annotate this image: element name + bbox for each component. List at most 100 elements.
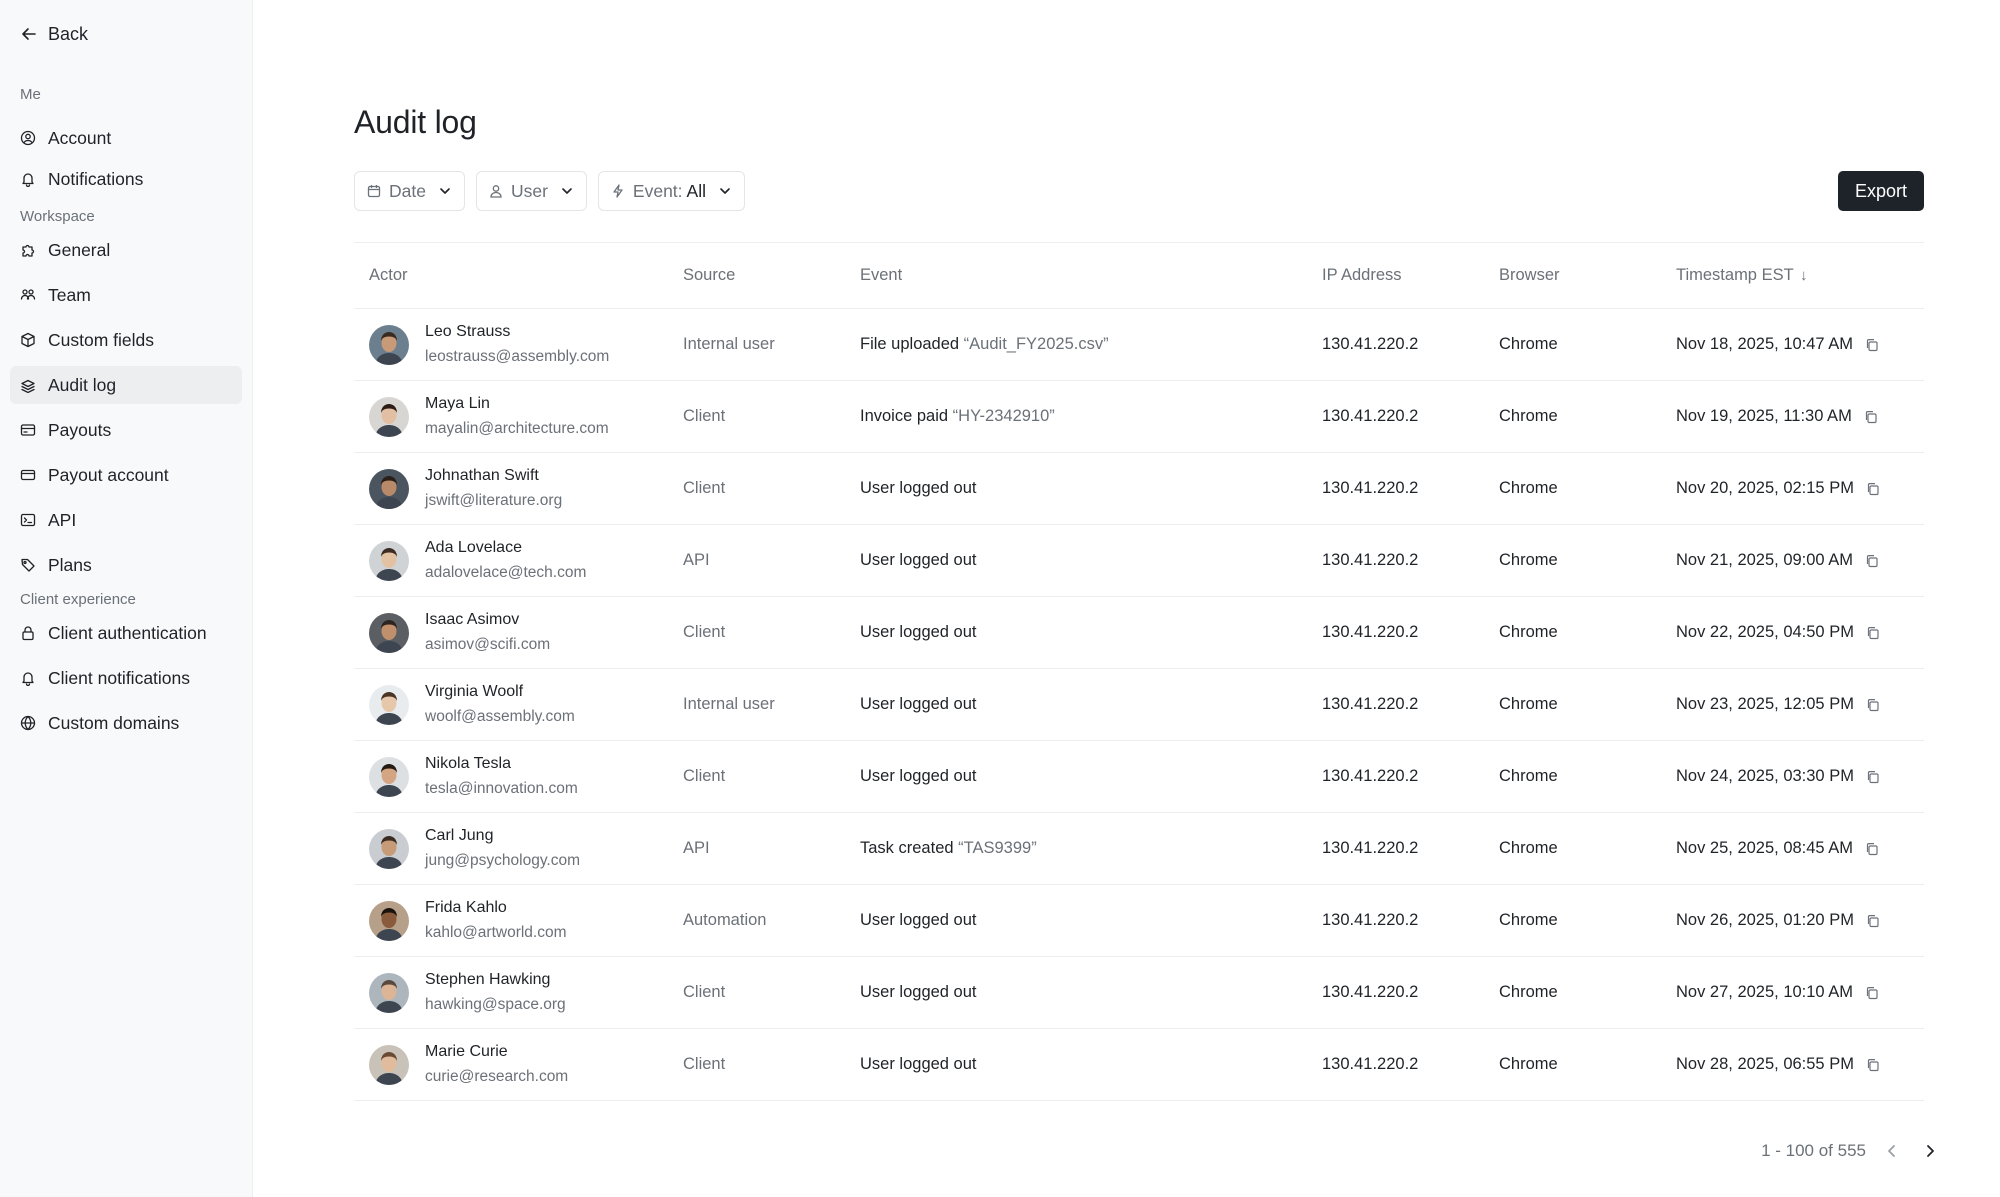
actor-info: Virginia Woolf woolf@assembly.com <box>425 681 575 728</box>
copy-icon[interactable] <box>1865 338 1879 352</box>
event-cell: User logged out <box>860 957 1322 1029</box>
timestamp-value: Nov 20, 2025, 02:15 PM <box>1676 479 1854 497</box>
table-row[interactable]: Ada Lovelace adalovelace@tech.com API User … <box>354 525 1924 597</box>
bell-icon <box>22 672 34 686</box>
sidebar-item-audit-log[interactable]: Audit log <box>10 366 242 404</box>
source-cell: Client <box>683 623 726 641</box>
copy-icon[interactable] <box>1865 842 1879 856</box>
table-row[interactable]: Nikola Tesla tesla@innovation.com Client Us… <box>354 741 1924 813</box>
sidebar-item-team[interactable]: Team <box>10 276 242 314</box>
event-cell: Task created “TAS9399” <box>860 813 1322 885</box>
sidebar-item-label: General <box>48 239 111 260</box>
avatar <box>369 468 409 509</box>
actor-email: hawking@space.org <box>425 996 566 1013</box>
timestamp-value: Nov 27, 2025, 10:10 AM <box>1676 983 1854 1001</box>
source-cell: Client <box>683 479 726 497</box>
actor-name: Carl Jung <box>425 827 494 844</box>
copy-icon[interactable] <box>1866 626 1880 640</box>
copy-icon[interactable] <box>1866 698 1880 712</box>
sidebar-item-plans[interactable]: Plans <box>10 546 242 584</box>
actor: Nikola Tesla tesla@innovation.com <box>369 753 683 800</box>
actor-info: Johnathan Swift jswift@literature.org <box>425 465 562 512</box>
column-header-timestamp[interactable]: Timestamp EST ↓ <box>1676 243 1924 309</box>
ip-address-cell: 130.41.220.2 <box>1322 335 1419 353</box>
calendar-icon <box>367 185 381 198</box>
event-detail: “TAS9399” <box>958 839 1037 857</box>
actor-info: Stephen Hawking hawking@space.org <box>425 969 566 1016</box>
next-page-button[interactable] <box>1918 1139 1942 1163</box>
timestamp-value: Nov 21, 2025, 09:00 AM <box>1676 551 1854 569</box>
table-row[interactable]: Leo Strauss leostrauss@assembly.com Intern… <box>354 309 1924 381</box>
timestamp-value: Nov 28, 2025, 06:55 PM <box>1676 1055 1854 1073</box>
actor-cell: Isaac Asimov asimov@scifi.com <box>354 597 683 669</box>
sidebar-item-payout-account[interactable]: Payout account <box>10 456 242 494</box>
sidebar-item-label: Client authentication <box>48 622 207 643</box>
sidebar-item-general[interactable]: General <box>10 231 242 269</box>
copy-icon[interactable] <box>1865 554 1879 568</box>
sidebar-item-client-authentication[interactable]: Client authentication <box>10 614 242 652</box>
sidebar-item-custom-domains[interactable]: Custom domains <box>10 704 242 742</box>
browser-cell: Chrome <box>1499 983 1558 1001</box>
event-cell: User logged out <box>860 525 1322 597</box>
sidebar-item-notifications[interactable]: Notifications <box>10 160 242 198</box>
table-row[interactable]: Virginia Woolf woolf@assembly.com Internal… <box>354 669 1924 741</box>
ip-address-cell: 130.41.220.2 <box>1322 623 1419 641</box>
sidebar-item-api[interactable]: API <box>10 501 242 539</box>
event-name: User logged out <box>860 983 977 1001</box>
timestamp-value: Nov 18, 2025, 10:47 AM <box>1676 335 1854 353</box>
ip-address-cell: 130.41.220.2 <box>1322 479 1419 497</box>
event-cell: Invoice paid “HY-2342910” <box>860 381 1322 453</box>
sidebar-item-account[interactable]: Account <box>10 119 242 157</box>
workspace-nav-list: General Team Custom fields Audit log Payouts… <box>10 231 242 584</box>
actor-cell: Johnathan Swift jswift@literature.org <box>354 453 683 525</box>
event-name: User logged out <box>860 479 977 497</box>
actor-cell: Marie Curie curie@research.com <box>354 1029 683 1101</box>
copy-icon[interactable] <box>1866 1058 1880 1072</box>
source-cell: Client <box>683 1055 726 1073</box>
table-row[interactable]: Carl Jung jung@psychology.com API Task crea… <box>354 813 1924 885</box>
copy-icon[interactable] <box>1864 410 1878 424</box>
column-header-ip-address[interactable]: IP Address <box>1322 243 1499 309</box>
export-button[interactable]: Export <box>1837 171 1924 211</box>
actor-name: Johnathan Swift <box>425 467 539 484</box>
avatar <box>369 684 409 725</box>
filter-toolbar: Date User Event: All Export <box>354 171 1924 211</box>
avatar <box>369 828 409 869</box>
chevron-down-icon <box>720 188 730 194</box>
ip-address-cell: 130.41.220.2 <box>1322 407 1419 425</box>
actor: Leo Strauss leostrauss@assembly.com <box>369 321 683 368</box>
table-row[interactable]: Frida Kahlo kahlo@artworld.com Automation U… <box>354 885 1924 957</box>
timestamp-value: Nov 23, 2025, 12:05 PM <box>1676 695 1854 713</box>
column-header-source[interactable]: Source <box>683 243 860 309</box>
date-filter-button[interactable]: Date <box>354 171 465 211</box>
user-filter-button[interactable]: User <box>475 171 587 211</box>
table-row[interactable]: Maya Lin mayalin@architecture.com Client In… <box>354 381 1924 453</box>
actor-cell: Frida Kahlo kahlo@artworld.com <box>354 885 683 957</box>
event-cell: User logged out <box>860 885 1322 957</box>
globe-icon <box>20 715 36 731</box>
section-label-me: Me <box>20 86 41 103</box>
copy-icon[interactable] <box>1866 770 1880 784</box>
table-body: Leo Strauss leostrauss@assembly.com Intern… <box>354 309 1924 1101</box>
sidebar-item-client-notifications[interactable]: Client notifications <box>10 659 242 697</box>
copy-icon[interactable] <box>1866 482 1880 496</box>
previous-page-button[interactable] <box>1880 1139 1904 1163</box>
bell-icon <box>22 173 34 187</box>
sidebar-item-custom-fields[interactable]: Custom fields <box>10 321 242 359</box>
event-name: User logged out <box>860 767 977 785</box>
table-row[interactable]: Johnathan Swift jswift@literature.org Clie… <box>354 453 1924 525</box>
column-header-event[interactable]: Event <box>860 243 1322 309</box>
event-filter-button[interactable]: Event: All <box>597 171 745 211</box>
event-name: File uploaded <box>860 335 960 353</box>
copy-icon[interactable] <box>1865 986 1879 1000</box>
table-row[interactable]: Stephen Hawking hawking@space.org Client Us… <box>354 957 1924 1029</box>
timestamp-cell: Nov 21, 2025, 09:00 AM <box>1676 525 1924 597</box>
column-header-browser[interactable]: Browser <box>1499 243 1676 309</box>
table-row[interactable]: Marie Curie curie@research.com Client User … <box>354 1029 1924 1101</box>
sidebar-item-payouts[interactable]: Payouts <box>10 411 242 449</box>
copy-icon[interactable] <box>1866 914 1880 928</box>
sidebar-item-label: Plans <box>48 554 92 575</box>
table-row[interactable]: Isaac Asimov asimov@scifi.com Client User l… <box>354 597 1924 669</box>
back-button[interactable]: Back <box>10 20 242 48</box>
column-header-actor[interactable]: Actor <box>354 243 683 309</box>
